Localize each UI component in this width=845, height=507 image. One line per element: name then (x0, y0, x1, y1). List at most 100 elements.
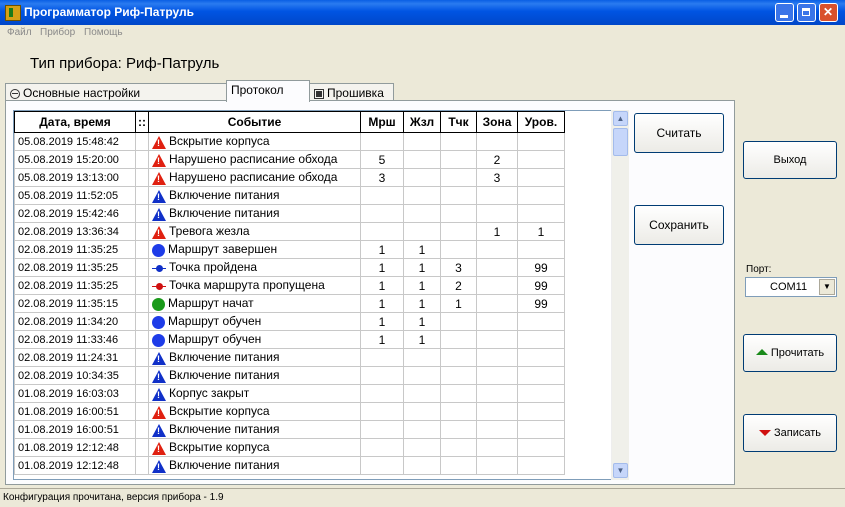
table-row[interactable]: 02.08.2019 15:42:46 Включение питания (14, 204, 625, 223)
cell-event: Включение питания (148, 348, 361, 367)
table-row[interactable]: 01.08.2019 12:12:48 Включение питания (14, 456, 625, 475)
scroll-thumb[interactable] (613, 128, 628, 156)
close-button[interactable] (819, 3, 838, 22)
cell-event: Нарушено расписание обхода (148, 150, 361, 169)
cell-baton (403, 420, 441, 439)
cell-route (360, 348, 404, 367)
eject-down-icon (758, 430, 771, 437)
table-row[interactable]: 02.08.2019 11:35:25 Точка маршрута пропущ… (14, 276, 625, 295)
table-row[interactable]: 01.08.2019 16:00:51 Включение питания (14, 420, 625, 439)
cell-datetime: 02.08.2019 11:24:31 (14, 348, 136, 367)
col-header-baton[interactable]: Жзл (403, 111, 441, 133)
menu-help[interactable]: Помощь (84, 27, 123, 38)
cell-zone (476, 294, 518, 313)
cell-point (440, 150, 477, 169)
cell-datetime: 02.08.2019 11:35:25 (14, 240, 136, 259)
protocol-grid[interactable]: Дата, время :: Событие Мрш Жзл Тчк Зона … (13, 110, 628, 480)
circle-blue-icon (152, 315, 165, 329)
protocol-table: Дата, время :: Событие Мрш Жзл Тчк Зона … (14, 111, 625, 475)
status-text: Конфигурация прочитана, версия прибора -… (3, 492, 224, 503)
table-row[interactable]: 05.08.2019 11:52:05 Включение питания (14, 186, 625, 205)
scroll-up-button[interactable]: ▲ (613, 111, 628, 126)
cell-level: 99 (517, 276, 565, 295)
cell-point (440, 384, 477, 403)
cell-level (517, 150, 565, 169)
vertical-scrollbar[interactable]: ▲ ▼ (611, 110, 629, 480)
write-port-button[interactable]: Записать (743, 414, 837, 452)
chevron-down-icon[interactable]: ▼ (819, 279, 835, 295)
cell-route (360, 186, 404, 205)
menu-file[interactable]: Файл (7, 27, 32, 38)
tab-firmware[interactable]: Прошивка (309, 83, 394, 101)
eject-up-icon (755, 349, 768, 356)
col-header-event[interactable]: Событие (148, 111, 361, 133)
table-row[interactable]: 02.08.2019 11:35:25 Точка пройдена 1 1 3 99 (14, 258, 625, 277)
cell-point (440, 330, 477, 349)
cell-point (440, 168, 477, 187)
tab-protocol[interactable]: Протокол (226, 80, 310, 102)
maximize-button[interactable] (797, 3, 816, 22)
cell-level (517, 132, 565, 151)
event-text: Вскрытие корпуса (169, 440, 270, 455)
cell-event: Точка пройдена (148, 258, 361, 277)
cell-level (517, 186, 565, 205)
cell-event: Маршрут обучен (148, 330, 361, 349)
cell-level (517, 204, 565, 223)
cell-route (360, 132, 404, 151)
cell-datetime: 05.08.2019 15:48:42 (14, 132, 136, 151)
tab-label: Прошивка (327, 86, 384, 100)
event-text: Точка маршрута пропущена (169, 278, 325, 293)
col-header-level[interactable]: Уров. (517, 111, 565, 133)
cell-datetime: 02.08.2019 11:35:15 (14, 294, 136, 313)
warning-blue-icon (152, 369, 166, 383)
table-row[interactable]: 05.08.2019 15:48:42 Вскрытие корпуса (14, 132, 625, 151)
col-header-zone[interactable]: Зона (476, 111, 518, 133)
table-row[interactable]: 02.08.2019 11:34:20 Маршрут обучен 1 1 (14, 312, 625, 331)
cell-datetime: 02.08.2019 15:42:46 (14, 204, 136, 223)
table-row[interactable]: 01.08.2019 16:00:51 Вскрытие корпуса (14, 402, 625, 421)
cell-route: 1 (360, 258, 404, 277)
table-row[interactable]: 02.08.2019 10:34:35 Включение питания (14, 366, 625, 385)
menu-device[interactable]: Прибор (40, 27, 75, 38)
read-port-button[interactable]: Прочитать (743, 334, 837, 372)
cell-marker (135, 132, 149, 151)
warning-blue-icon (152, 189, 166, 203)
cell-event: Точка маршрута пропущена (148, 276, 361, 295)
cell-zone: 1 (476, 222, 518, 241)
table-row[interactable]: 02.08.2019 11:33:46 Маршрут обучен 1 1 (14, 330, 625, 349)
table-row[interactable]: 01.08.2019 16:03:03 Корпус закрыт (14, 384, 625, 403)
exit-button[interactable]: Выход (743, 141, 837, 179)
col-header-point[interactable]: Тчк (440, 111, 477, 133)
cell-route (360, 420, 404, 439)
event-text: Вскрытие корпуса (169, 404, 270, 419)
cell-datetime: 05.08.2019 15:20:00 (14, 150, 136, 169)
read-button[interactable]: Считать (634, 113, 724, 153)
table-row[interactable]: 02.08.2019 11:24:31 Включение питания (14, 348, 625, 367)
cell-zone (476, 348, 518, 367)
table-row[interactable]: 02.08.2019 11:35:25 Маршрут завершен 1 1 (14, 240, 625, 259)
cell-point: 1 (440, 294, 477, 313)
port-label: Порт: (746, 264, 772, 275)
col-header-icon[interactable]: :: (135, 111, 149, 133)
cell-level (517, 168, 565, 187)
table-row[interactable]: 05.08.2019 15:20:00 Нарушено расписание о… (14, 150, 625, 169)
cell-route (360, 222, 404, 241)
save-button[interactable]: Сохранить (634, 205, 724, 245)
col-header-datetime[interactable]: Дата, время (14, 111, 136, 133)
minimize-button[interactable] (775, 3, 794, 22)
warning-blue-icon (152, 207, 166, 221)
cell-zone (476, 438, 518, 457)
col-header-route[interactable]: Мрш (360, 111, 404, 133)
tab-main-settings[interactable]: Основные настройки (5, 83, 227, 101)
table-row[interactable]: 01.08.2019 12:12:48 Вскрытие корпуса (14, 438, 625, 457)
port-select[interactable]: COM11 ▼ (745, 277, 837, 297)
table-row[interactable]: 02.08.2019 11:35:15 Маршрут начат 1 1 1 99 (14, 294, 625, 313)
cell-zone (476, 456, 518, 475)
scroll-down-button[interactable]: ▼ (613, 463, 628, 478)
table-row[interactable]: 05.08.2019 13:13:00 Нарушено расписание о… (14, 168, 625, 187)
read-button-label: Считать (656, 126, 702, 140)
cell-zone (476, 240, 518, 259)
cell-zone: 3 (476, 168, 518, 187)
table-row[interactable]: 02.08.2019 13:36:34 Тревога жезла 11 (14, 222, 625, 241)
warning-red-icon (152, 441, 166, 455)
